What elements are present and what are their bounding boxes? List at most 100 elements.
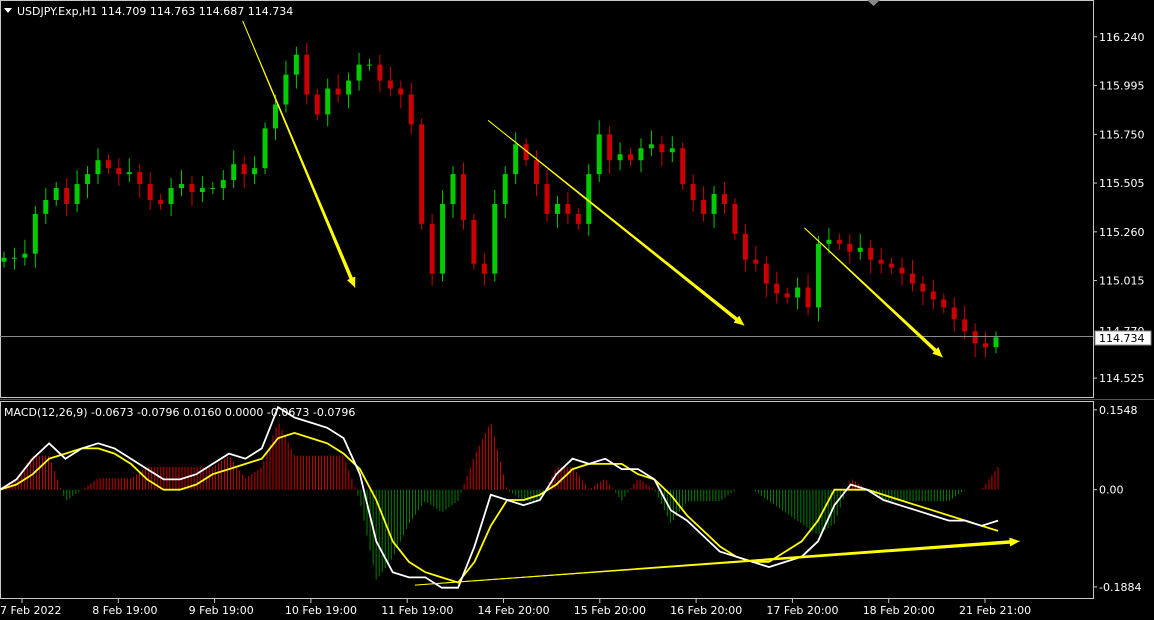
current-price-label: 114.734: [1099, 332, 1145, 345]
candle: [262, 122, 268, 175]
candle: [346, 72, 352, 109]
candle: [983, 331, 989, 358]
candle: [993, 331, 999, 354]
macd-line: [0, 405, 999, 589]
y-tick-label: 115.995: [1099, 80, 1145, 93]
candle: [356, 52, 362, 91]
candle: [659, 136, 665, 167]
candle: [941, 293, 947, 314]
candle: [628, 148, 634, 167]
candle: [742, 223, 748, 272]
candle: [690, 174, 696, 212]
candle: [293, 46, 299, 89]
candle: [460, 162, 466, 230]
candle: [805, 273, 811, 316]
candle: [43, 188, 49, 224]
candle: [648, 130, 654, 157]
candle: [179, 170, 185, 197]
candle: [387, 66, 393, 97]
x-tick-label: 14 Feb 20:00: [478, 604, 550, 617]
candle: [680, 142, 686, 191]
candle: [795, 277, 801, 310]
candle: [398, 80, 404, 109]
candle: [366, 58, 372, 71]
candle: [596, 120, 602, 183]
candle: [565, 192, 571, 224]
candle: [147, 172, 153, 210]
candle: [11, 247, 17, 270]
candle: [774, 271, 780, 304]
candle: [857, 233, 863, 260]
candle: [189, 176, 195, 206]
x-tick-label: 21 Feb 21:00: [959, 604, 1031, 617]
candle: [471, 213, 477, 270]
candle: [419, 118, 425, 230]
macd-y-tick-label: 0.00: [1099, 484, 1124, 497]
candle: [972, 323, 978, 358]
candle: [53, 182, 59, 206]
candle: [325, 78, 331, 127]
candle: [231, 150, 237, 189]
candle: [1, 251, 7, 268]
candle: [930, 279, 936, 310]
x-tick-label: 11 Feb 19:00: [381, 604, 453, 617]
candle: [544, 170, 550, 222]
candle: [492, 190, 498, 282]
signal-line: [0, 431, 999, 584]
candle: [962, 305, 968, 340]
candle: [815, 235, 821, 322]
trend-arrow[interactable]: [804, 227, 943, 358]
trend-arrow[interactable]: [487, 120, 745, 326]
y-tick-label: 115.505: [1099, 177, 1145, 190]
x-tick-label: 16 Feb 20:00: [670, 604, 742, 617]
macd-axis: 0.1548 0.00 -0.1884: [1093, 404, 1141, 594]
candle: [126, 158, 132, 183]
candle: [722, 182, 728, 214]
candle: [377, 54, 383, 93]
candle: [283, 60, 289, 113]
candle: [64, 178, 70, 216]
candle: [74, 170, 80, 212]
candle: [450, 166, 456, 218]
candle: [899, 257, 905, 286]
candle: [314, 88, 320, 121]
candle: [575, 207, 581, 230]
y-tick-label: 114.525: [1099, 372, 1145, 385]
candle: [22, 239, 28, 266]
candle: [95, 148, 101, 185]
candle: [105, 154, 111, 175]
candle: [158, 194, 164, 210]
candle: [878, 247, 884, 274]
macd-y-tick-label: 0.1548: [1099, 404, 1138, 417]
chart-canvas[interactable]: 116.240 115.995 115.750 115.505 115.260 115.0…: [0, 0, 1154, 620]
macd-y-tick-label: -0.1884: [1099, 581, 1141, 594]
x-tick-label: 8 Feb 19:00: [92, 604, 157, 617]
candle: [554, 196, 560, 228]
candle: [429, 213, 435, 286]
scroll-marker-icon[interactable]: [867, 0, 880, 6]
candle: [753, 245, 759, 272]
candle: [335, 74, 341, 103]
candle: [440, 190, 446, 282]
candle: [868, 239, 874, 274]
triangle-down-icon[interactable]: [4, 8, 12, 13]
candle: [168, 178, 174, 216]
candle: [85, 166, 91, 199]
candle: [909, 259, 915, 292]
x-tick-label: 18 Feb 20:00: [863, 604, 935, 617]
candle: [252, 156, 258, 185]
candle: [711, 186, 717, 228]
candle: [199, 176, 205, 202]
candle: [210, 182, 216, 195]
candle: [241, 156, 247, 189]
macd-header: MACD(12,26,9) -0.0673 -0.0796 0.0160 0.0…: [4, 406, 355, 419]
price-candles: [1, 42, 999, 358]
candle: [137, 164, 143, 199]
y-tick-label: 115.750: [1099, 128, 1145, 141]
macd-histogram: [2, 423, 999, 580]
candle: [701, 186, 707, 222]
candle: [638, 138, 644, 173]
candle: [304, 42, 310, 105]
x-tick-label: 10 Feb 19:00: [285, 604, 357, 617]
candle: [408, 82, 414, 135]
